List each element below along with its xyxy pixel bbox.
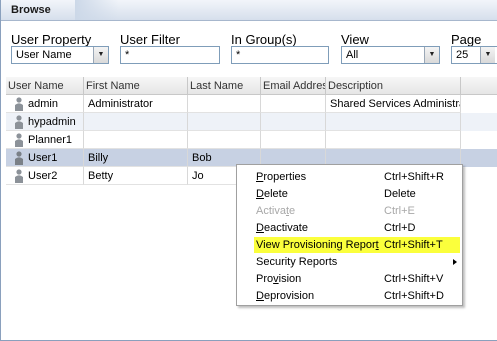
view-select[interactable]: All ▼ bbox=[341, 46, 440, 64]
menu-item-shortcut: Ctrl+D bbox=[384, 222, 416, 234]
cell-first-name bbox=[84, 113, 188, 131]
menu-item-label: Properties bbox=[256, 171, 307, 183]
column-header-first-name[interactable]: First Name bbox=[84, 77, 188, 95]
cell-last-name bbox=[188, 113, 261, 131]
cell-user-name: User1 bbox=[6, 149, 84, 167]
menu-item-label: Security Reports bbox=[256, 256, 338, 268]
user-filter-input[interactable]: * bbox=[120, 46, 220, 64]
chevron-down-icon[interactable]: ▼ bbox=[93, 47, 108, 63]
cell-description bbox=[326, 113, 461, 131]
view-value: All bbox=[346, 49, 359, 61]
user-icon bbox=[15, 115, 23, 129]
cell-user-name: Planner1 bbox=[6, 131, 84, 149]
menu-item-shortcut: Ctrl+E bbox=[384, 205, 415, 217]
menu-item-shortcut: Ctrl+Shift+T bbox=[384, 239, 443, 251]
column-header-email[interactable]: Email Addres bbox=[261, 77, 326, 95]
user-name-text: Planner1 bbox=[28, 134, 73, 146]
page-size-select[interactable]: 25 ▼ bbox=[451, 46, 497, 64]
menu-item-label: Deactivate bbox=[256, 222, 308, 234]
cell-first-name: Betty bbox=[84, 167, 188, 185]
menu-item-label: Provision bbox=[256, 273, 302, 285]
menu-item-label-rest: roperties bbox=[263, 171, 307, 183]
cell-last-name bbox=[188, 131, 261, 149]
table-row[interactable]: Planner1 bbox=[6, 131, 497, 149]
column-header-description[interactable]: Description bbox=[326, 77, 461, 95]
user-icon bbox=[15, 169, 23, 183]
menu-item-properties[interactable]: Properties Ctrl+Shift+R bbox=[237, 168, 464, 185]
user-name-text: admin bbox=[28, 98, 58, 110]
user-icon bbox=[15, 133, 23, 147]
view-label: View bbox=[341, 32, 369, 47]
cell-description: Shared Services Administra bbox=[326, 95, 461, 113]
user-property-select[interactable]: User Name ▼ bbox=[11, 46, 109, 64]
user-name-text: hypadmin bbox=[28, 116, 76, 128]
menu-item-label: Activate bbox=[256, 205, 296, 217]
table-header: User Name First Name Last Name Email Add… bbox=[6, 77, 497, 95]
menu-item-shortcut: Delete bbox=[384, 188, 416, 200]
cell-first-name: Administrator bbox=[84, 95, 188, 113]
cell-user-name: User2 bbox=[6, 167, 84, 185]
user-icon bbox=[15, 97, 23, 111]
cell-description bbox=[326, 131, 461, 149]
user-name-text: User1 bbox=[28, 152, 58, 164]
user-property-value: User Name bbox=[16, 49, 72, 61]
chevron-down-icon[interactable]: ▼ bbox=[480, 47, 495, 63]
user-icon bbox=[15, 151, 23, 165]
menu-item-shortcut: Ctrl+Shift+V bbox=[384, 273, 444, 285]
page-size-value: 25 bbox=[456, 49, 469, 61]
browse-panel: Browse User Property User Filter In Grou… bbox=[0, 0, 497, 341]
menu-item-shortcut: Ctrl+Shift+D bbox=[384, 290, 444, 302]
cell-user-name: admin bbox=[6, 95, 84, 113]
user-filter-label: User Filter bbox=[120, 32, 180, 47]
menu-item-provision[interactable]: Provision Ctrl+Shift+V bbox=[237, 270, 464, 287]
table-row[interactable]: hypadmin bbox=[6, 113, 497, 131]
cell-email bbox=[261, 131, 326, 149]
menu-item-label: View Provisioning Report bbox=[256, 239, 379, 251]
title-bar-accent bbox=[75, 0, 119, 20]
in-group-input[interactable]: * bbox=[231, 46, 329, 64]
column-header-last-name[interactable]: Last Name bbox=[188, 77, 261, 95]
column-header-user-name[interactable]: User Name bbox=[6, 77, 84, 95]
cell-last-name bbox=[188, 95, 261, 113]
menu-item-label: Deprovision bbox=[256, 290, 315, 302]
chevron-right-icon bbox=[453, 259, 457, 265]
cell-email bbox=[261, 113, 326, 131]
menu-item-security-reports[interactable]: Security Reports bbox=[237, 253, 464, 270]
menu-item-view-provisioning-report[interactable]: View Provisioning Report Ctrl+Shift+T bbox=[237, 236, 464, 253]
in-group-label: In Group(s) bbox=[231, 32, 297, 47]
menu-item-shortcut: Ctrl+Shift+R bbox=[384, 171, 444, 183]
panel-title: Browse bbox=[11, 4, 51, 16]
menu-item-deprovision[interactable]: Deprovision Ctrl+Shift+D bbox=[237, 287, 464, 304]
cell-first-name bbox=[84, 131, 188, 149]
cell-user-name: hypadmin bbox=[6, 113, 84, 131]
menu-item-activate: Activate Ctrl+E bbox=[237, 202, 464, 219]
table-row[interactable]: admin Administrator Shared Services Admi… bbox=[6, 95, 497, 113]
chevron-down-icon[interactable]: ▼ bbox=[424, 47, 439, 63]
user-name-text: User2 bbox=[28, 170, 58, 182]
menu-item-label: Delete bbox=[256, 188, 288, 200]
user-property-label: User Property bbox=[11, 32, 92, 47]
menu-item-delete[interactable]: Delete Delete bbox=[237, 185, 464, 202]
cell-email bbox=[261, 95, 326, 113]
panel-title-bar: Browse bbox=[1, 0, 497, 21]
menu-item-deactivate[interactable]: Deactivate Ctrl+D bbox=[237, 219, 464, 236]
cell-first-name: Billy bbox=[84, 149, 188, 167]
context-menu: Properties Ctrl+Shift+R Delete Delete Ac… bbox=[236, 164, 463, 306]
